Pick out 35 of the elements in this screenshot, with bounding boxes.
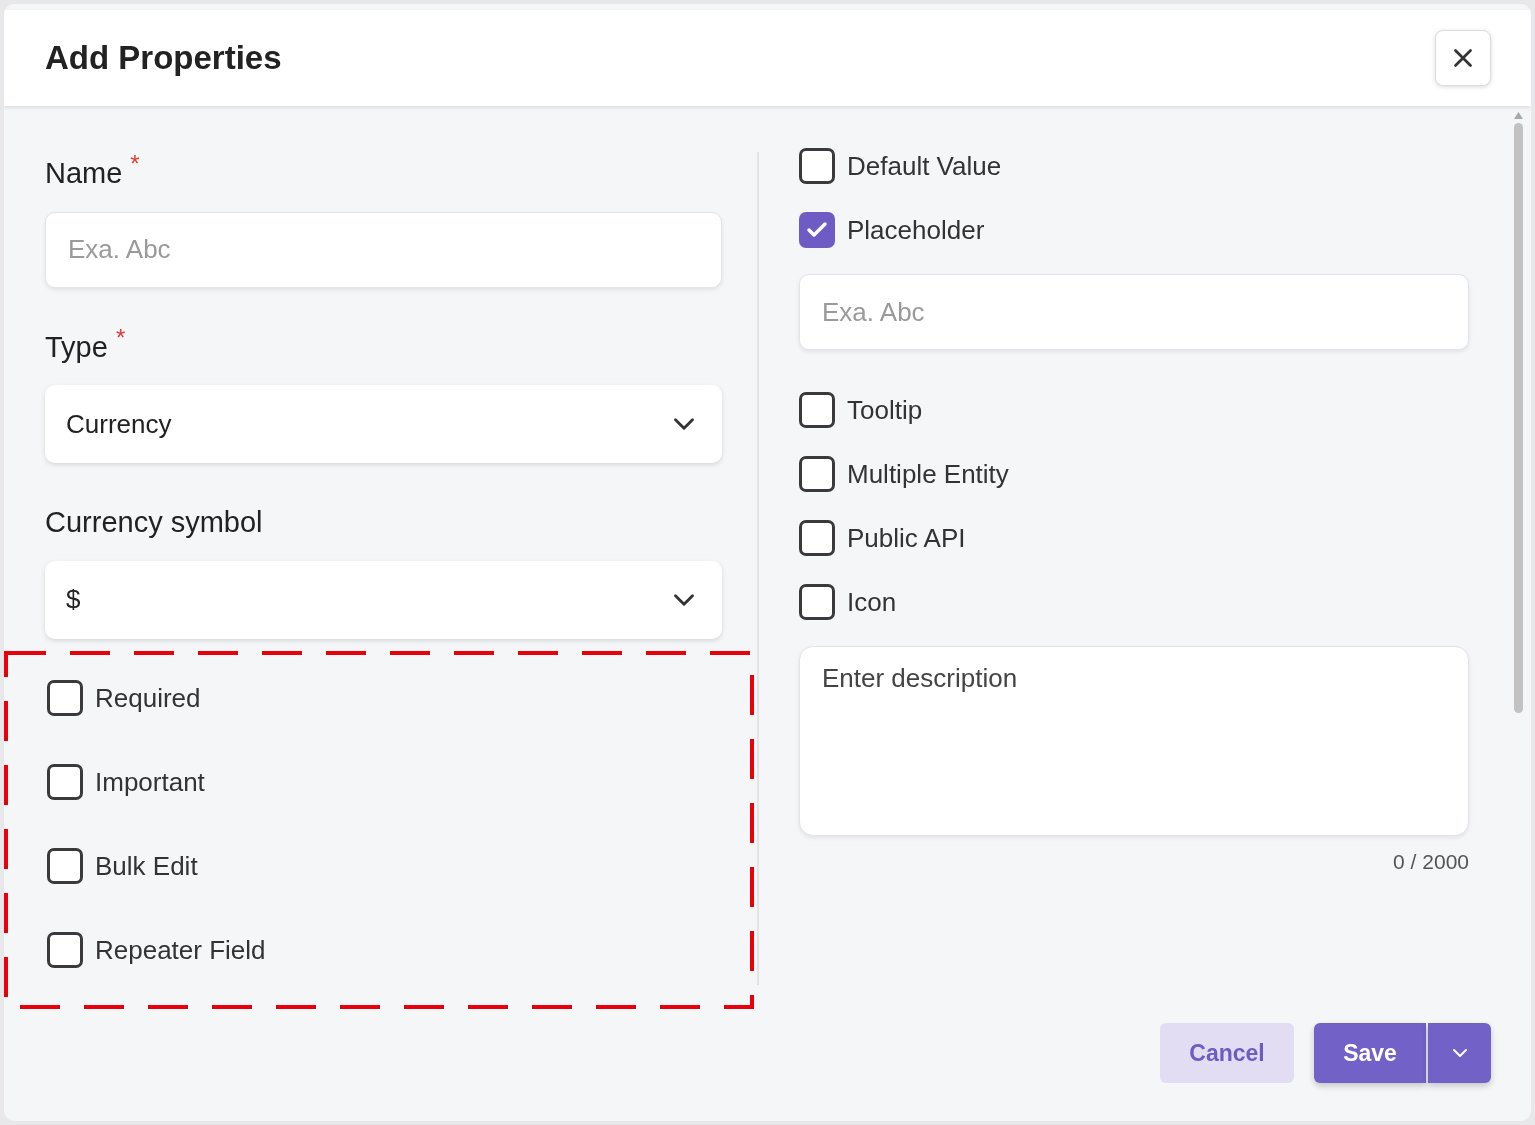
checkbox[interactable] xyxy=(47,848,83,884)
checkbox-label: Required xyxy=(95,681,201,715)
checkbox-label: Icon xyxy=(847,585,897,619)
checkbox-label: Important xyxy=(95,765,205,799)
select-field[interactable]: $ xyxy=(45,560,722,639)
checkbox[interactable] xyxy=(47,764,83,800)
field-label: Currency symbol xyxy=(45,505,263,540)
checkbox[interactable] xyxy=(799,520,835,556)
checkbox-label: Multiple Entity xyxy=(847,457,1009,491)
save-button[interactable]: Save xyxy=(1314,1023,1426,1083)
close-button[interactable] xyxy=(1435,30,1491,86)
checkbox[interactable] xyxy=(799,584,835,620)
checkbox-label: Default Value xyxy=(847,149,1002,183)
checkbox[interactable] xyxy=(799,148,835,184)
checkbox[interactable] xyxy=(799,392,835,428)
description-field[interactable]: Enter description xyxy=(799,646,1469,836)
checkbox-label: Repeater Field xyxy=(95,933,266,967)
checkbox[interactable] xyxy=(47,932,83,968)
required-asterisk: * xyxy=(115,325,126,350)
checkbox-label: Placeholder xyxy=(847,213,985,247)
checkbox-label: Public API xyxy=(847,521,966,555)
checkbox-label: Tooltip xyxy=(847,393,923,427)
checkbox[interactable] xyxy=(47,680,83,716)
dialog-title: Add Properties xyxy=(45,38,282,79)
checkbox-label: Bulk Edit xyxy=(95,849,198,883)
select-field[interactable]: Currency xyxy=(45,385,722,463)
field-label: Type xyxy=(45,329,108,365)
checkbox[interactable] xyxy=(799,212,835,248)
cancel-button[interactable]: Cancel xyxy=(1160,1023,1294,1083)
field-label: Name xyxy=(45,156,123,191)
character-counter: 0 / 2000 xyxy=(1393,849,1469,875)
checkbox[interactable] xyxy=(799,456,835,492)
input-field[interactable]: Exa. Abc xyxy=(799,274,1469,350)
required-asterisk: * xyxy=(130,152,140,176)
input-field[interactable]: Exa. Abc xyxy=(45,211,722,288)
